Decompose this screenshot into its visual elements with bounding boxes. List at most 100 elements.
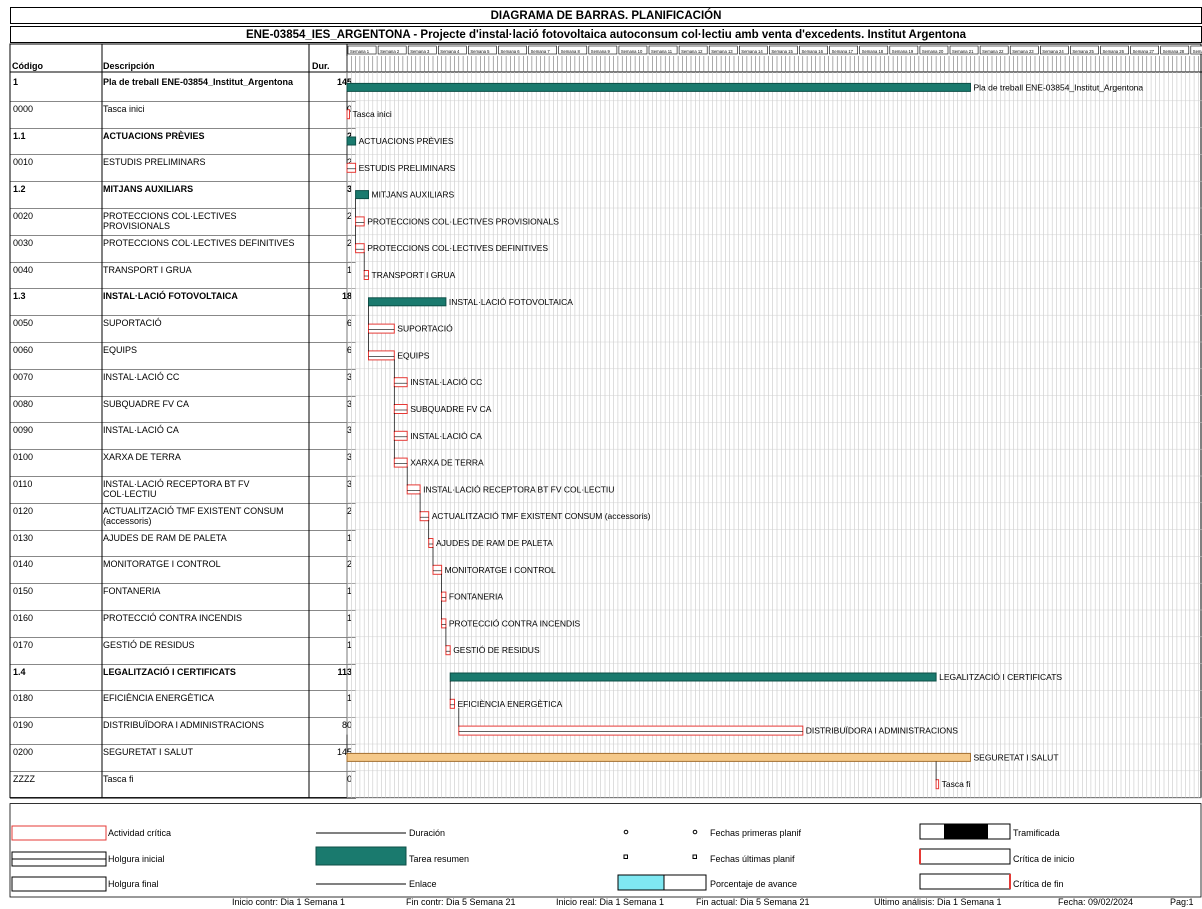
legend-summary-label: Tarea resumen: [409, 854, 470, 864]
timeline-week-label: Semana 17: [832, 49, 854, 54]
legend-progress-rest: [663, 874, 707, 891]
legend-early-marker: [692, 829, 698, 835]
task-bar: [355, 243, 365, 254]
task-bar: [441, 591, 447, 602]
legend-slack-end-label: Holgura final: [108, 879, 159, 889]
task-bar: [432, 564, 443, 575]
task-bar: [419, 511, 430, 522]
footer-fecha: Fecha: 09/02/2024: [1058, 897, 1134, 907]
task-bar-label: DISTRIBUÏDORA I ADMINISTRACIONS: [806, 726, 958, 736]
task-bar: [449, 698, 456, 709]
task-bar-label: Tasca fi: [942, 779, 971, 789]
timeline-week-label: Semana 2: [380, 49, 400, 54]
timeline-week-label: Semana 24: [1042, 49, 1064, 54]
task-bar: [449, 672, 937, 682]
task-bar-label: INSTAL·LACIÓ CC: [410, 377, 482, 387]
task-bar-label: PROTECCIONS COL·LECTIVES DEFINITIVES: [367, 243, 548, 253]
task-bar-label: Pla de treball ENE-03854_Institut_Argent…: [974, 82, 1144, 92]
legend-slack-end-swatch: [11, 876, 107, 892]
timeline-week-label: Semana 9: [591, 49, 611, 54]
timeline-week-label: Semana 1: [350, 49, 370, 54]
task-bar: [393, 430, 408, 441]
legend-crit-end-swatch: [919, 873, 1011, 890]
task-bar: [445, 645, 451, 656]
legend-late-label: Fechas últimas planif: [710, 854, 795, 864]
timeline-week-label: Semana 5: [470, 49, 490, 54]
task-bar-label: XARXA DE TERRA: [410, 458, 484, 468]
task-bar-label: ACTUACIONS PRÈVIES: [359, 136, 454, 146]
task-bar-label: INSTAL·LACIÓ FOTOVOLTAICA: [449, 297, 573, 307]
timeline-week-label: Semana 11: [651, 49, 673, 54]
timeline-week-label: Semana 10: [621, 49, 643, 54]
task-bar-label: INSTAL·LACIÓ RECEPTORA BT FV COL·LECTIU: [423, 484, 614, 494]
task-bar: [428, 538, 434, 548]
task-bar-label: ESTUDIS PRELIMINARS: [359, 163, 456, 173]
task-bar: [346, 109, 350, 120]
legend-slack-start-label: Holgura inicial: [108, 854, 165, 864]
task-bar: [355, 190, 370, 200]
timeline-week-label: Semana 20: [922, 49, 944, 54]
task-bar-label: INSTAL·LACIÓ CA: [410, 431, 482, 441]
task-bar-label: AJUDES DE RAM DE PALETA: [436, 538, 553, 548]
task-bar: [458, 725, 804, 736]
gantt-chart: Semana 1 Semana 2 Semana 3 Semana 4 Semana 5…: [9, 43, 1202, 898]
legend-late-marker: [623, 854, 628, 859]
timeline-week-label: Semana 22: [982, 49, 1004, 54]
task-bar: [406, 484, 421, 495]
task-bar-label: SEGURETAT I SALUT: [974, 752, 1059, 762]
footer-ultimo-analisis: Ultimo análisis: Dia 1 Semana 1: [874, 897, 1002, 907]
footer-fin-actual: Fin actual: Dia 5 Semana 21: [696, 897, 810, 907]
legend-progress-swatch: [617, 874, 665, 891]
legend-critical-swatch: [11, 825, 107, 841]
timeline-week-label: Semana 14: [741, 49, 763, 54]
task-bar: [346, 752, 971, 762]
task-bar-label: ACTUALITZACIÓ TMF EXISTENT CONSUM (acces…: [432, 511, 651, 521]
legend-link-label: Enlace: [409, 879, 437, 889]
timeline-week-label: Semana 18: [862, 49, 884, 54]
task-bar-label: TRANSPORT I GRUA: [372, 270, 456, 280]
timeline-week-label: Semana 16: [802, 49, 824, 54]
task-bar: [368, 323, 395, 334]
task-bar: [368, 350, 395, 361]
legend-split-fill: [944, 824, 988, 839]
timeline-week-label: Semana 6: [501, 49, 521, 54]
timeline-week-label: Semana 12: [681, 49, 703, 54]
legend-early-marker: [623, 829, 629, 835]
gantt-page: DIAGRAMA DE BARRAS. PLANIFICACIÓN ENE-03…: [0, 0, 1202, 909]
task-bar: [368, 297, 447, 307]
footer-fin-contr: Fin contr: Dia 5 Semana 21: [406, 897, 516, 907]
task-bar-label: EQUIPS: [397, 350, 429, 360]
legend-critical-label: Actividad crítica: [108, 828, 172, 838]
task-bar: [346, 82, 971, 92]
task-bar: [346, 136, 357, 146]
task-bar-label: EFICIÈNCIA ENERGÈTICA: [458, 699, 563, 709]
timeline-week-label: Semana 27: [1133, 49, 1155, 54]
task-bar: [355, 216, 365, 227]
footer-inicio-real: Inicio real: Dia 1 Semana 1: [556, 897, 665, 907]
timeline-week-label: Semana 28: [1163, 49, 1185, 54]
task-bar: [363, 270, 370, 280]
timeline-week-label: Semana 13: [711, 49, 733, 54]
task-bar-label: MITJANS AUXILIARS: [372, 190, 455, 200]
legend-duration-label: Duración: [409, 828, 446, 838]
timeline-week-label: Semana 25: [1072, 49, 1094, 54]
legend-summary-swatch: [315, 846, 407, 866]
task-bar: [393, 457, 408, 468]
task-bar-label: PROTECCIONS COL·LECTIVES PROVISIONALS: [367, 216, 559, 226]
task-bar-label: Tasca inici: [353, 109, 392, 119]
task-bar-label: PROTECCIÓ CONTRA INCENDIS: [449, 618, 581, 628]
timeline-week-label: Semana 21: [952, 49, 974, 54]
task-bar-label: SUPORTACIÓ: [397, 324, 453, 334]
task-bar: [935, 779, 940, 790]
legend-early-label: Fechas primeras planif: [710, 828, 802, 838]
timeline-week-label: Semana 26: [1103, 49, 1125, 54]
timeline-week-label: Semana 3: [410, 49, 430, 54]
timeline-week-label: Semana 19: [892, 49, 914, 54]
footer-pagina: Pag:1: [1170, 897, 1194, 907]
task-bar-label: MONITORATGE I CONTROL: [445, 565, 556, 575]
task-bar-label: SUBQUADRE FV CA: [410, 404, 492, 414]
legend-late-marker: [692, 854, 697, 859]
timeline-week-label: Semana 7: [531, 49, 551, 54]
task-bar: [441, 618, 447, 629]
task-bar: [393, 404, 408, 414]
